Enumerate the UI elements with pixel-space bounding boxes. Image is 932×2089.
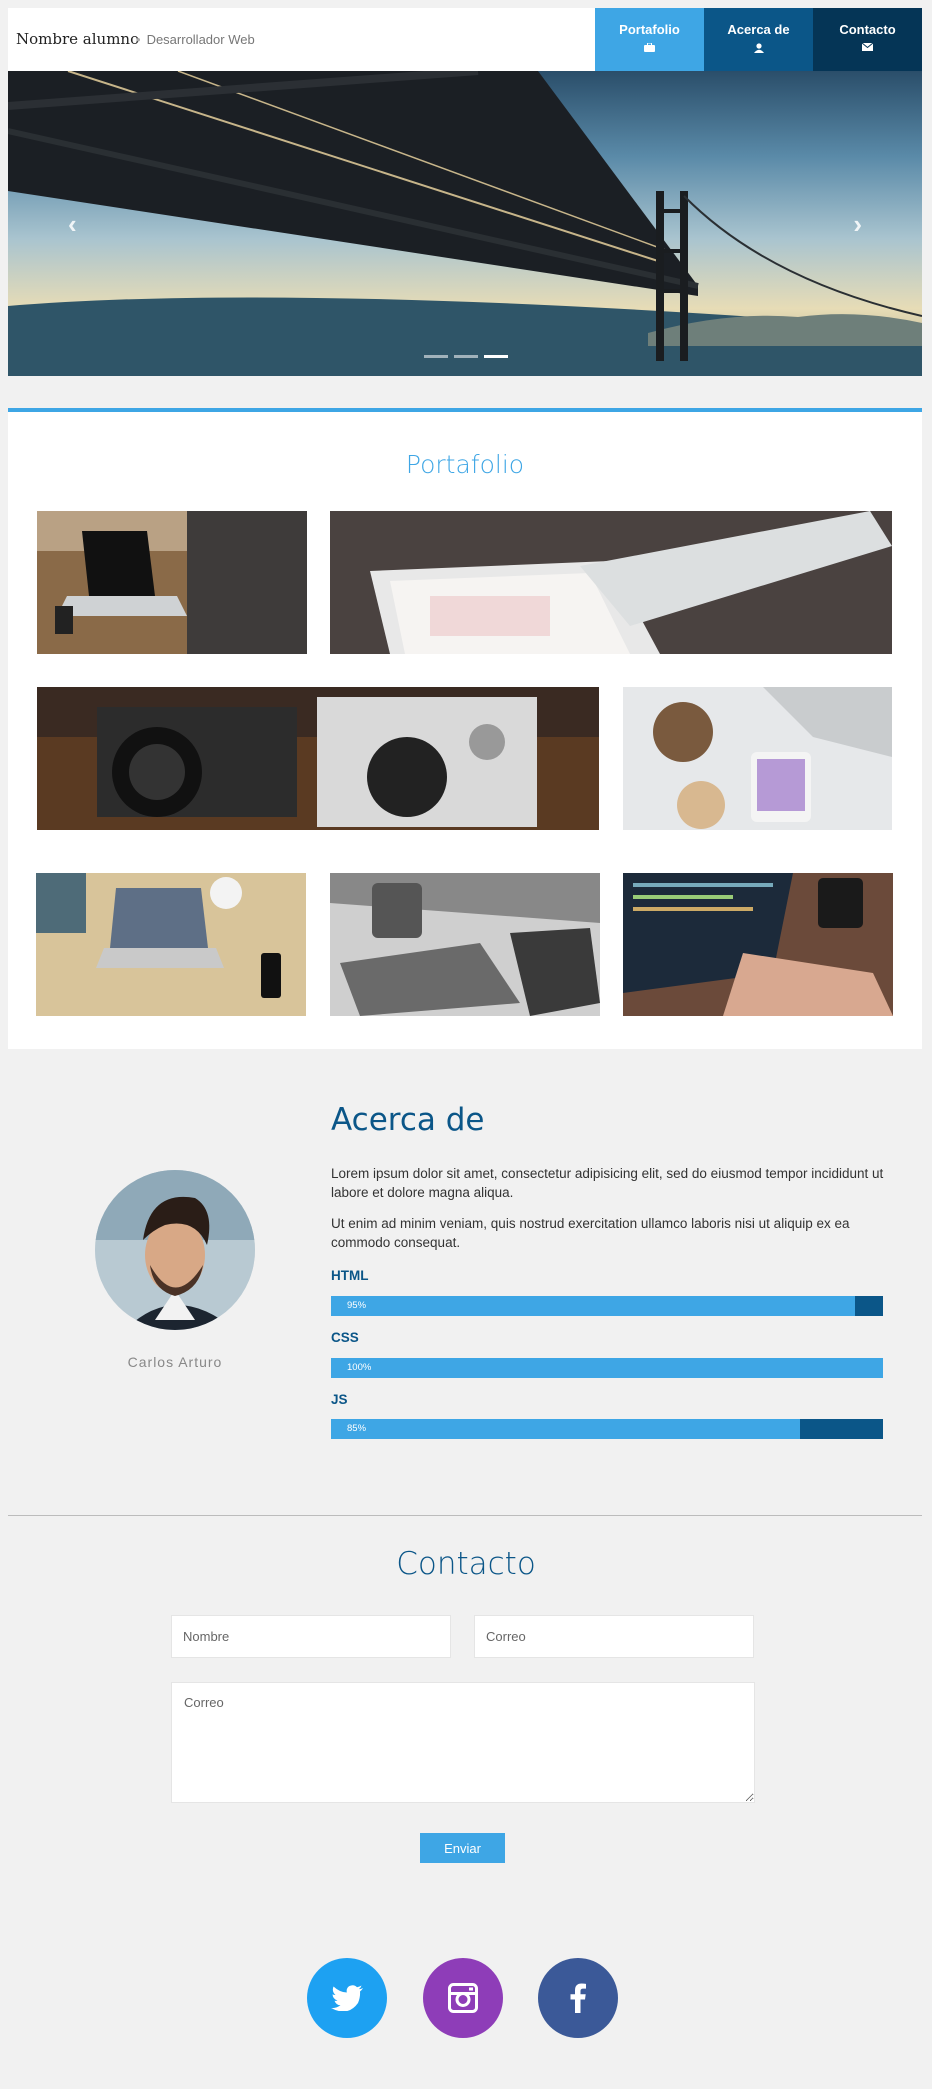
envelope-icon bbox=[862, 43, 873, 51]
skill-label-js: JS bbox=[331, 1392, 348, 1407]
profile-name: Carlos Arturo bbox=[127, 1354, 223, 1370]
skill-fill-js: 85% bbox=[331, 1419, 801, 1439]
portfolio-item-tablet-keyboard[interactable] bbox=[330, 511, 892, 654]
role-text: Desarrollador Web bbox=[146, 32, 255, 47]
instagram-button[interactable] bbox=[423, 1958, 503, 2038]
section-divider bbox=[8, 1515, 922, 1516]
about-paragraph-1: Lorem ipsum dolor sit amet, consectetur … bbox=[331, 1166, 884, 1200]
skill-fill-css: 100% bbox=[331, 1358, 883, 1378]
keyboard-mug-image bbox=[330, 873, 600, 1016]
portfolio-title: Portafolio bbox=[405, 450, 525, 479]
profile-photo bbox=[95, 1170, 255, 1330]
carousel-next-button[interactable]: › bbox=[853, 211, 862, 237]
portfolio-item-macbook[interactable] bbox=[36, 873, 306, 1016]
hero-image-bridge bbox=[8, 71, 922, 376]
carousel-indicators bbox=[424, 355, 508, 358]
user-icon bbox=[753, 43, 764, 53]
cameras-image bbox=[37, 687, 599, 830]
email-input[interactable] bbox=[474, 1615, 754, 1658]
nav-label-contact: Contacto bbox=[839, 22, 896, 37]
portfolio-item-keyboard-mug[interactable] bbox=[330, 873, 600, 1016]
skill-bar-js: 85% bbox=[331, 1419, 883, 1439]
laptop-desk-image bbox=[37, 511, 307, 654]
role-subtitle: • Desarrollador Web bbox=[136, 32, 255, 47]
coffee-phone-image bbox=[623, 687, 892, 830]
instagram-icon bbox=[448, 1983, 478, 2013]
contact-title: Contacto bbox=[396, 1546, 536, 1582]
tablet-keyboard-image bbox=[330, 511, 892, 654]
portfolio-item-coding-laptop[interactable] bbox=[623, 873, 893, 1016]
site-header: Nombre alumno • Desarrollador Web Portafo… bbox=[8, 8, 922, 71]
brand-name: Nombre alumno bbox=[16, 30, 140, 48]
skill-label-html: HTML bbox=[331, 1268, 369, 1283]
portfolio-item-coffee-phone[interactable] bbox=[623, 687, 892, 830]
hero-carousel: ‹ › bbox=[8, 71, 922, 376]
message-textarea[interactable] bbox=[171, 1682, 755, 1803]
skill-bar-html: 95% bbox=[331, 1296, 883, 1316]
skill-label-css: CSS bbox=[331, 1330, 359, 1345]
nav-label-about: Acerca de bbox=[727, 22, 790, 37]
profile-avatar bbox=[95, 1170, 255, 1330]
portfolio-item-laptop-desk[interactable] bbox=[37, 511, 307, 654]
nav-item-about[interactable]: Acerca de bbox=[704, 8, 813, 71]
facebook-icon bbox=[570, 1983, 586, 2013]
nav-label-portfolio: Portafolio bbox=[619, 22, 680, 37]
carousel-indicator-3[interactable] bbox=[484, 355, 508, 358]
name-input[interactable] bbox=[171, 1615, 451, 1658]
separator-dot: • bbox=[136, 32, 141, 47]
nav-item-contact[interactable]: Contacto bbox=[813, 8, 922, 71]
submit-button[interactable]: Enviar bbox=[420, 1833, 505, 1863]
coding-laptop-image bbox=[623, 873, 893, 1016]
about-paragraph-2: Ut enim ad minim veniam, quis nostrud ex… bbox=[331, 1216, 850, 1250]
facebook-button[interactable] bbox=[538, 1958, 618, 2038]
carousel-indicator-2[interactable] bbox=[454, 355, 478, 358]
twitter-icon bbox=[331, 1985, 363, 2011]
main-nav: Portafolio Acerca de Contacto bbox=[595, 8, 922, 71]
portfolio-item-cameras[interactable] bbox=[37, 687, 599, 830]
macbook-image bbox=[36, 873, 306, 1016]
briefcase-icon bbox=[644, 43, 655, 52]
nav-item-portfolio[interactable]: Portafolio bbox=[595, 8, 704, 71]
twitter-button[interactable] bbox=[307, 1958, 387, 2038]
portfolio-section: Portafolio bbox=[8, 408, 922, 1049]
carousel-prev-button[interactable]: ‹ bbox=[68, 211, 77, 237]
carousel-indicator-1[interactable] bbox=[424, 355, 448, 358]
about-title: Acerca de bbox=[331, 1102, 485, 1138]
skill-bar-css: 100% bbox=[331, 1358, 883, 1378]
skill-fill-html: 95% bbox=[331, 1296, 856, 1316]
